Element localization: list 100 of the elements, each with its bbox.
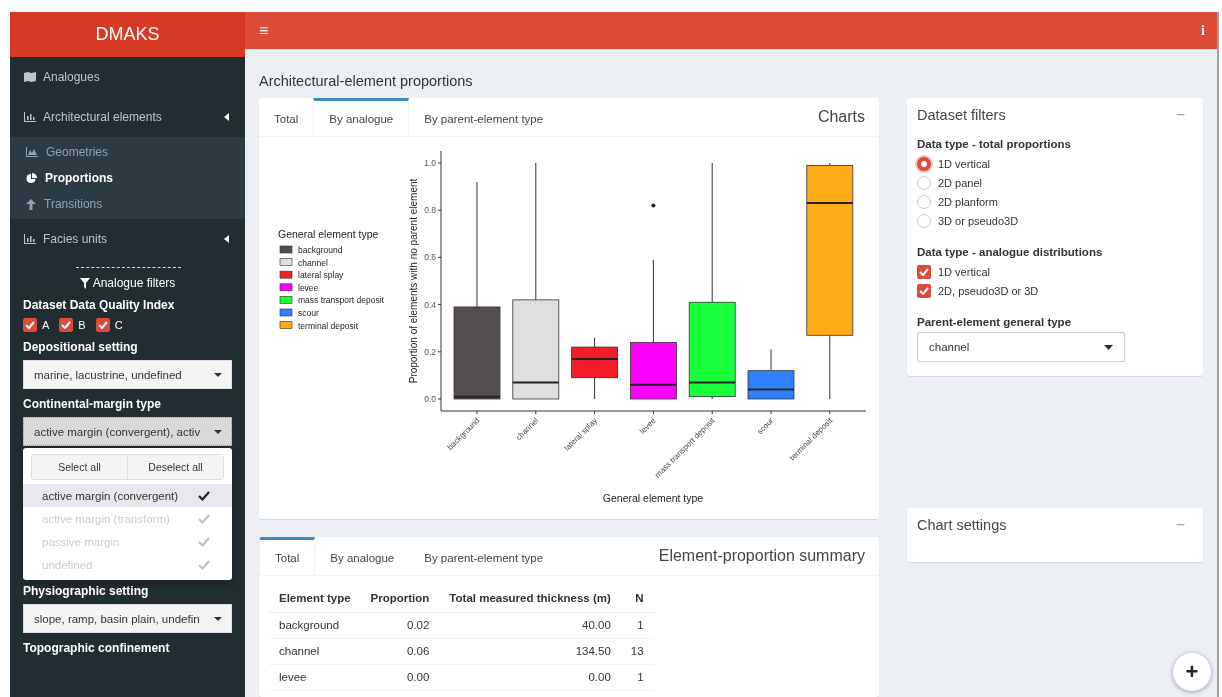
checkbox-label: B [78,319,86,331]
column-header: Element type [269,584,361,613]
radio-button[interactable] [917,156,931,171]
table-cell: 0.00 [360,664,440,691]
caret-icon [214,429,222,434]
filter-label: Depositional setting [22,340,139,354]
filter-label: Data type - total proportions [917,138,1072,150]
legend-label: background [298,245,343,255]
table-cell: 1 [620,612,654,639]
select-all-button[interactable]: Select all [32,455,127,479]
brand-logo[interactable]: DMAKS [10,12,245,57]
checkmark-icon [25,321,35,329]
tab[interactable]: Total [259,537,316,575]
checkbox[interactable] [917,264,931,279]
chevron-left-icon [224,113,230,121]
y-tick-label: 0.6 [424,252,436,263]
caret-icon [1104,344,1113,350]
nav-item[interactable]: Facies units [10,219,245,259]
radio-label: 3D or pseudo3D [938,214,1019,227]
radio-label: 2D planform [938,195,998,208]
menu-toggle[interactable]: ≡ [259,21,269,40]
table-cell: 40.00 [439,612,621,639]
table-cell: 1 [620,664,654,691]
panel-title: Charts [817,107,866,127]
select-field[interactable]: marine, lacustrine, undefined [23,360,232,389]
submenu-item[interactable]: Proportions [10,165,245,191]
y-tick-label: 0.2 [424,346,436,357]
checkbox-label: 1D vertical [938,265,990,278]
radio-button[interactable] [917,194,931,209]
submenu-item[interactable]: Transitions [10,191,245,217]
submenu-item[interactable]: Geometries [10,139,245,165]
box-plot [570,337,619,400]
chevron-left-icon [224,235,230,243]
arrow-up-icon [26,198,36,210]
table-cell: 0.00 [439,664,621,691]
dropdown-option[interactable]: active margin (convergent) [23,484,232,507]
nav-item[interactable]: Analogues [10,57,245,97]
y-tick-label: 1.0 [424,158,436,168]
legend-label: channel [298,257,328,268]
filter-label: Data type - analogue distributions [917,246,1104,258]
bar-chart-icon [24,112,36,122]
filter-label: Topographic confinement [22,641,171,655]
panel-title: Dataset filters [917,107,1006,123]
radio-label: 1D vertical [938,157,990,170]
legend-label: mass transport deposit [298,295,384,306]
checkmark-icon [61,321,72,329]
filter-label: Continental-margin type [22,397,162,411]
checkbox-label: A [42,319,50,331]
radio-button[interactable] [917,175,931,190]
pie-chart-icon [26,172,37,184]
table-cell: 0.06 [360,638,440,665]
panel-title: Chart settings [917,517,1007,533]
checkbox[interactable] [23,318,37,332]
y-tick-label: 0.8 [424,205,436,216]
x-axis-label: General element type [602,492,704,504]
checkmark-icon [198,513,210,524]
checkbox[interactable] [59,318,74,332]
select-field[interactable]: channel [917,332,1125,362]
filter-icon [79,277,90,289]
tab[interactable]: By parent-element type [409,537,559,575]
column-header: N [620,584,654,613]
checkmark-icon [97,321,108,329]
y-tick-label: 0.0 [424,394,436,404]
info-button[interactable]: i [1201,22,1205,39]
map-icon [24,72,36,82]
deselect-all-button[interactable]: Deselect all [127,455,223,479]
select-field[interactable]: active margin (convergent), activ [23,417,232,446]
checkbox[interactable] [917,283,931,298]
filter-label: Physiographic setting [22,584,150,598]
table-cell: 134.50 [439,638,621,665]
legend-title: General element type [278,228,379,240]
y-tick-label: 0.4 [424,299,436,310]
checkmark-icon [198,490,210,501]
nav-item[interactable]: Architectural elements [10,97,245,137]
select-field[interactable]: slope, ramp, basin plain, undefin [23,604,232,633]
tab[interactable]: By analogue [313,98,410,136]
legend-label: levee [298,282,319,293]
checkbox-label: C [114,319,123,331]
column-header: Total measured thickness (m) [439,584,621,613]
y-axis-label: Proportion of elements with no parent element [408,178,419,384]
page-title: Architectural-element proportions [259,73,474,89]
filter-label: Dataset Data Quality Index [22,298,176,312]
add-button[interactable]: + [1173,653,1211,691]
radio-button[interactable] [917,213,931,228]
caret-icon [214,616,222,621]
table-cell: 13 [620,638,654,665]
checkbox[interactable] [95,318,110,332]
table-cell: channel [269,638,361,665]
tab[interactable]: By analogue [315,537,410,575]
caret-icon [214,372,222,377]
legend-label: terminal deposit [298,320,358,331]
bar-chart-icon [24,234,36,244]
legend-label: lateral splay [298,270,344,281]
tab[interactable]: By parent-element type [409,98,559,136]
area-chart-icon [26,147,38,157]
table-cell: background [269,612,361,639]
column-header: Proportion [360,584,440,613]
outlier-point [651,203,656,208]
radio-label: 2D panel [938,176,983,189]
tab[interactable]: Total [259,98,314,136]
